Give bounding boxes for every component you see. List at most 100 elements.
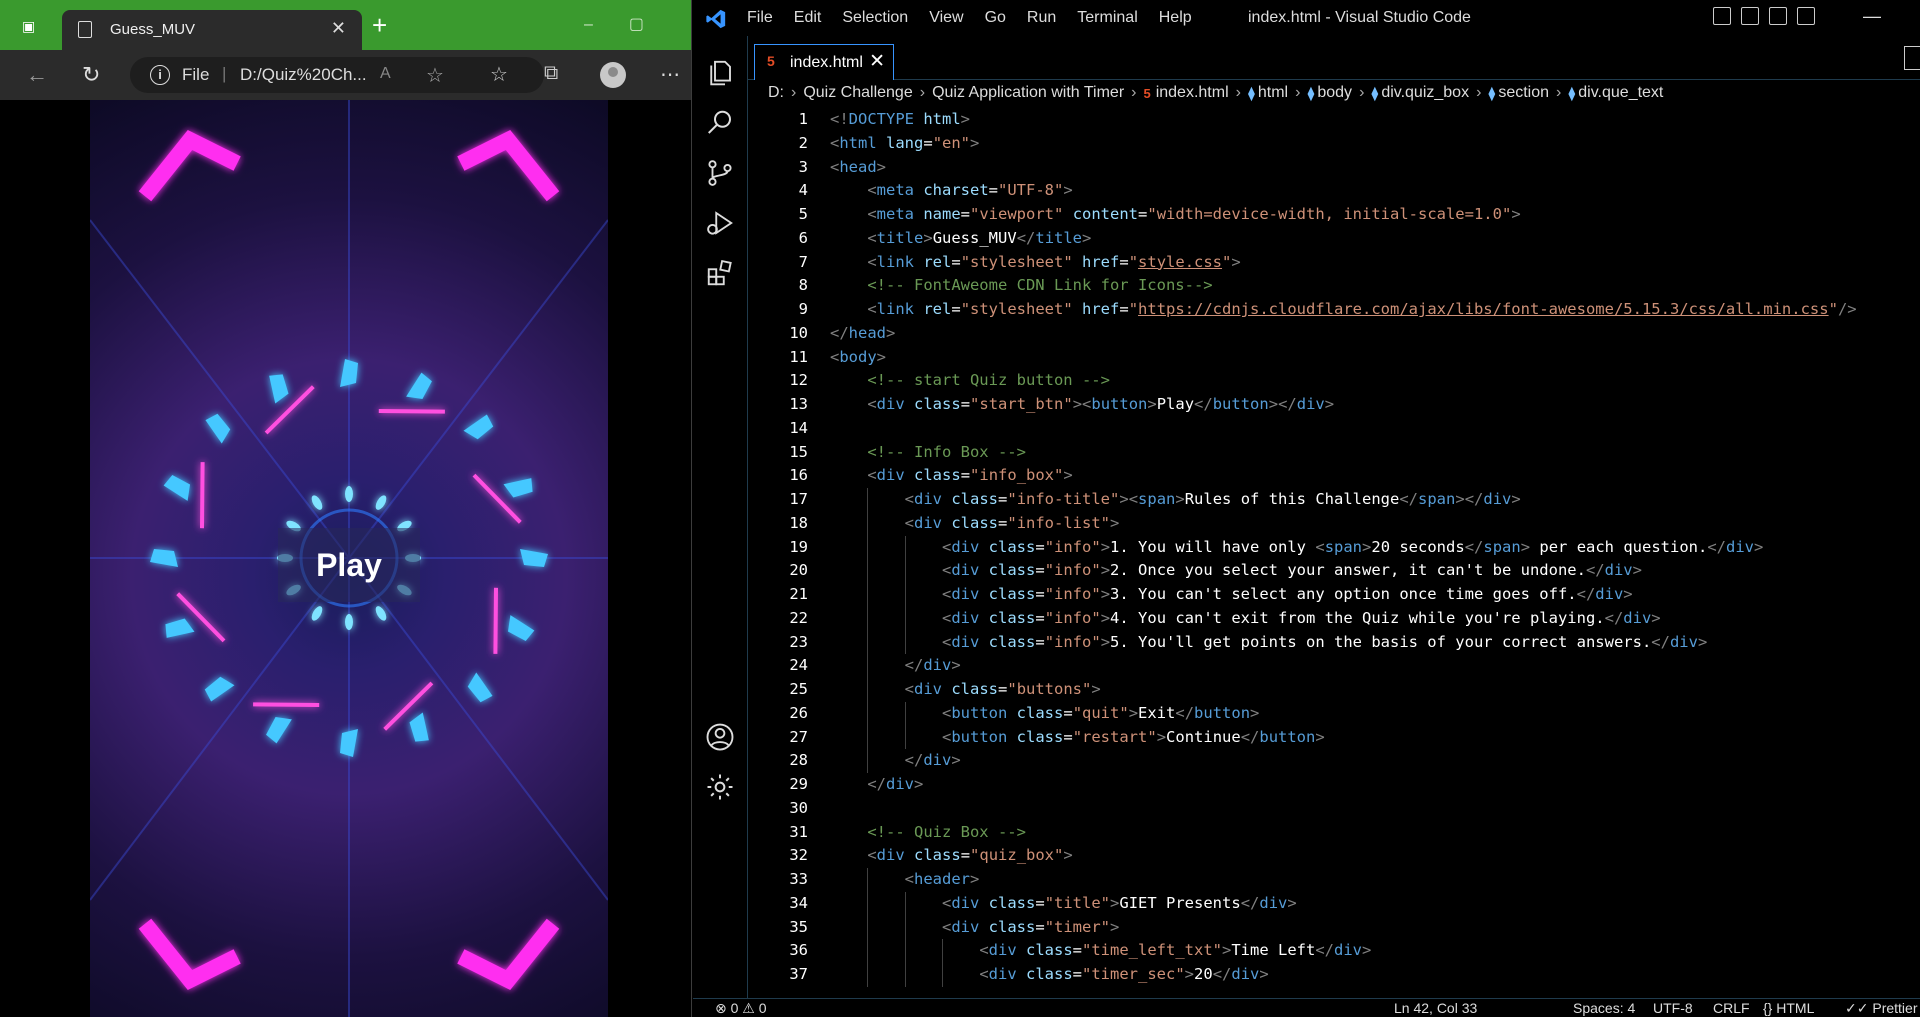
code-line[interactable]: <div class="quiz_box">	[830, 844, 1920, 868]
menu-edit[interactable]: Edit	[794, 9, 822, 27]
code-line[interactable]: <title>Guess_MUV</title>	[830, 227, 1920, 251]
code-line[interactable]: <meta charset="UTF-8">	[830, 179, 1920, 203]
breadcrumb-symbol-body[interactable]: body	[1317, 84, 1352, 102]
minimize-button[interactable]: —	[1863, 6, 1881, 27]
line-number: 11	[789, 347, 808, 366]
breadcrumb-subfolder[interactable]: Quiz Application with Timer	[932, 84, 1124, 102]
code-line[interactable]: <!DOCTYPE html>	[830, 108, 1920, 132]
split-editor-icon[interactable]	[1904, 46, 1920, 70]
code-line[interactable]: <div class="buttons">	[830, 678, 1920, 702]
breadcrumb-drive[interactable]: D:	[768, 84, 784, 102]
browser-tab[interactable]: Guess_MUV ✕	[62, 10, 362, 50]
code-line[interactable]: <!-- FontAweome CDN Link for Icons-->	[830, 274, 1920, 298]
toggle-panel-icon[interactable]	[1741, 7, 1759, 25]
info-icon[interactable]: i	[150, 65, 170, 85]
toggle-sidebar-icon[interactable]	[1713, 7, 1731, 25]
breadcrumb-symbol-quiz-box[interactable]: div.quiz_box	[1381, 84, 1469, 102]
refresh-icon[interactable]: ↻	[82, 62, 100, 88]
more-menu-icon[interactable]: ⋯	[660, 62, 680, 87]
code-line[interactable]: <html lang="en">	[830, 132, 1920, 156]
manage-gear-icon[interactable]	[705, 772, 735, 802]
profile-avatar[interactable]	[600, 62, 626, 88]
indent-guide	[904, 630, 906, 655]
new-tab-button[interactable]: +	[372, 12, 387, 38]
code-editor[interactable]: 1 2 3 4 5 6 7 8 9 10 11 12 13 14 15 16 17 18 19 20 21 22 23 24 2…	[748, 108, 1920, 998]
extensions-icon[interactable]	[705, 258, 735, 288]
code-line[interactable]: <div class="time_left_txt">Time Left</di…	[830, 939, 1920, 963]
problems-indicator[interactable]: ⊗ 0 ⚠ 0	[715, 1000, 767, 1017]
cursor-position[interactable]: Ln 42, Col 33	[1394, 1000, 1477, 1016]
search-icon[interactable]	[705, 108, 735, 138]
code-line[interactable]: <!-- start Quiz button -->	[830, 369, 1920, 393]
code-line[interactable]: </div>	[830, 773, 1920, 797]
code-line[interactable]: <div class="info">4. You can't exit from…	[830, 606, 1920, 631]
code-line[interactable]: <div class="info-list">	[830, 511, 1920, 536]
code-line[interactable]: <div class="info">3. You can't select an…	[830, 583, 1920, 607]
breadcrumb-folder[interactable]: Quiz Challenge	[803, 84, 912, 102]
menu-view[interactable]: View	[929, 9, 963, 27]
code-line[interactable]: <div class="timer_sec">20</div>	[830, 963, 1920, 987]
indentation[interactable]: Spaces: 4	[1573, 1000, 1635, 1016]
tab-actions-icon[interactable]: ▣	[22, 18, 42, 38]
editor-tab-bar: 5 index.html ✕	[748, 36, 1920, 80]
breadcrumb-file[interactable]: index.html	[1156, 84, 1229, 102]
prettier-status[interactable]: ✓✓ Prettier	[1845, 1000, 1917, 1017]
file-encoding[interactable]: UTF-8	[1653, 1000, 1693, 1016]
close-tab-icon[interactable]: ✕	[331, 18, 346, 39]
code-line[interactable]: <div class="info-title"><span>Rules of t…	[830, 488, 1920, 512]
close-tab-icon[interactable]: ✕	[869, 50, 885, 73]
toggle-secondary-sidebar-icon[interactable]	[1769, 7, 1787, 25]
code-content[interactable]: <!DOCTYPE html> <html lang="en"> <head> <m…	[830, 108, 1920, 987]
run-debug-icon[interactable]	[705, 208, 735, 238]
code-line[interactable]: <button class="quit">Exit</button>	[830, 701, 1920, 726]
code-text: <div class="info">1. You will have only …	[941, 537, 1764, 556]
breadcrumb-symbol-que-text[interactable]: div.que_text	[1578, 84, 1663, 102]
language-mode[interactable]: {} HTML	[1763, 1000, 1814, 1016]
code-line[interactable]: <div class="timer">	[830, 915, 1920, 940]
code-line[interactable]: <!-- Info Box -->	[830, 441, 1920, 465]
code-line[interactable]: <div class="title">GIET Presents</div>	[830, 891, 1920, 916]
code-line[interactable]	[830, 797, 1920, 821]
menu-help[interactable]: Help	[1159, 9, 1192, 27]
code-line[interactable]: <meta name="viewport" content="width=dev…	[830, 203, 1920, 227]
code-line[interactable]: <!-- Quiz Box -->	[830, 821, 1920, 845]
accounts-icon[interactable]	[705, 722, 735, 752]
code-line[interactable]: <div class="info">1. You will have only …	[830, 535, 1920, 560]
code-line[interactable]: <div class="info">2. Once you select you…	[830, 559, 1920, 583]
code-line[interactable]: </div>	[830, 654, 1920, 678]
breadcrumb-symbol-html[interactable]: html	[1258, 84, 1288, 102]
address-bar[interactable]: i File | D:/Quiz%20Ch... A ☆	[130, 57, 544, 93]
collections-icon[interactable]: ⧉	[544, 62, 558, 85]
menu-run[interactable]: Run	[1027, 9, 1056, 27]
code-line[interactable]: </head>	[830, 322, 1920, 346]
read-aloud-icon[interactable]: A	[380, 65, 391, 83]
code-line[interactable]: <link rel="stylesheet" href="style.css">	[830, 251, 1920, 275]
menu-selection[interactable]: Selection	[842, 9, 908, 27]
end-of-line[interactable]: CRLF	[1713, 1000, 1750, 1016]
code-line[interactable]: <link rel="stylesheet" href="https://cdn…	[830, 298, 1920, 322]
code-line[interactable]: <div class="info_box">	[830, 464, 1920, 488]
editor-tab-index-html[interactable]: 5 index.html ✕	[754, 44, 894, 80]
menu-terminal[interactable]: Terminal	[1077, 9, 1137, 27]
code-line[interactable]	[830, 417, 1920, 441]
source-control-icon[interactable]	[705, 158, 735, 188]
play-button[interactable]: Play	[278, 528, 420, 602]
explorer-icon[interactable]	[705, 58, 735, 88]
menu-file[interactable]: File	[747, 9, 773, 27]
code-line[interactable]: <button class="restart">Continue</button…	[830, 725, 1920, 750]
code-line[interactable]: <body>	[830, 346, 1920, 370]
back-icon[interactable]: ←	[26, 62, 48, 88]
code-line[interactable]: <head>	[830, 156, 1920, 180]
breadcrumb-symbol-section[interactable]: section	[1498, 84, 1549, 102]
code-line[interactable]: <header>	[830, 868, 1920, 892]
code-line[interactable]: <div class="start_btn"><button>Play</but…	[830, 393, 1920, 417]
menu-go[interactable]: Go	[985, 9, 1006, 27]
window-controls[interactable]: –▢	[584, 14, 680, 34]
error-count: 0	[730, 1000, 739, 1016]
favorites-icon[interactable]: ☆	[490, 62, 508, 87]
add-favorite-icon[interactable]: ☆	[426, 63, 444, 88]
customize-layout-icon[interactable]	[1797, 7, 1815, 25]
address-url[interactable]: D:/Quiz%20Ch...	[240, 65, 367, 85]
code-line[interactable]: <div class="info">5. You'll get points o…	[830, 630, 1920, 655]
code-line[interactable]: </div>	[830, 749, 1920, 773]
